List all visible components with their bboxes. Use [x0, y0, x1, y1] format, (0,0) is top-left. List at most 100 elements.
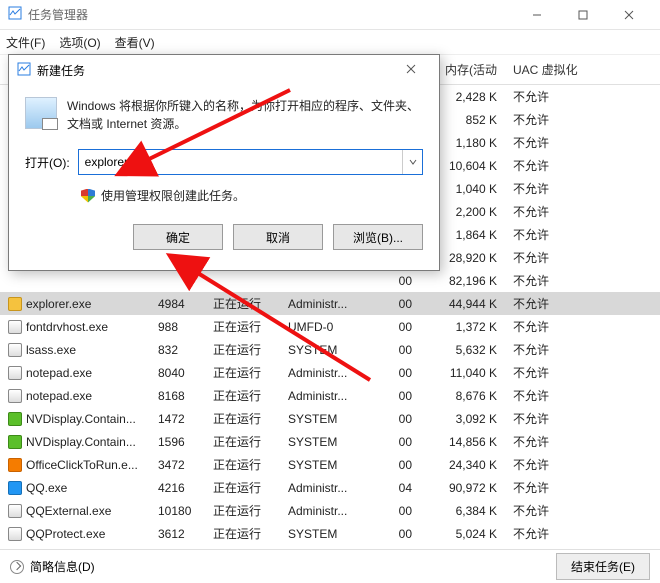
table-row[interactable]: fontdrvhost.exe988正在运行UMFD-0001,372 K不允许	[0, 315, 660, 338]
cell-user: SYSTEM	[280, 522, 375, 545]
table-row[interactable]: notepad.exe 8040正在运行Administr...0011,040 …	[0, 361, 660, 384]
cell-cpu: 00	[375, 292, 420, 315]
cell-mem: 3,092 K	[420, 407, 505, 430]
cell-mem: 44,944 K	[420, 292, 505, 315]
table-row[interactable]: QQExternal.exe10180正在运行Administr...006,3…	[0, 499, 660, 522]
process-icon	[8, 458, 22, 472]
close-button[interactable]	[606, 0, 652, 30]
cell-uac: 不允许	[505, 154, 660, 177]
open-label: 打开(O):	[25, 154, 70, 171]
chevron-down-icon[interactable]	[402, 150, 422, 174]
table-row[interactable]: NVDisplay.Contain...1596正在运行SYSTEM0014,8…	[0, 430, 660, 453]
cell-pid: 4984	[150, 292, 205, 315]
ok-button[interactable]: 确定	[133, 224, 223, 250]
process-icon	[8, 343, 22, 357]
cell-uac: 不允许	[505, 108, 660, 131]
maximize-button[interactable]	[560, 0, 606, 30]
cell-uac: 不允许	[505, 407, 660, 430]
table-row[interactable]: QQ.exe4216正在运行Administr...0490,972 K不允许	[0, 476, 660, 499]
minimize-button[interactable]	[514, 0, 560, 30]
cell-mem: 8,676 K	[420, 384, 505, 407]
col-uac[interactable]: UAC 虚拟化	[505, 55, 660, 85]
cell-status: 正在运行	[205, 476, 280, 499]
cell-mem: 90,972 K	[420, 476, 505, 499]
table-row[interactable]: lsass.exe832正在运行SYSTEM005,632 K不允许	[0, 338, 660, 361]
cell-status: 正在运行	[205, 315, 280, 338]
cell-uac: 不允许	[505, 338, 660, 361]
cell-uac: 不允许	[505, 522, 660, 545]
run-dialog: 新建任务 Windows 将根据你所键入的名称，为你打开相应的程序、文件夹、文档…	[8, 54, 440, 271]
process-name: explorer.exe	[26, 297, 91, 311]
open-combobox[interactable]	[78, 149, 423, 175]
process-icon	[8, 481, 22, 495]
process-name: lsass.exe	[26, 343, 76, 357]
cell-user	[280, 269, 375, 292]
cell-uac: 不允许	[505, 476, 660, 499]
cell-uac: 不允许	[505, 430, 660, 453]
cell-uac: 不允许	[505, 85, 660, 109]
process-name: QQProtect.exe	[26, 527, 105, 541]
brief-info-link[interactable]: 简略信息(D)	[30, 558, 95, 575]
cell-mem: 82,196 K	[420, 269, 505, 292]
cell-cpu: 00	[375, 338, 420, 361]
dialog-description: Windows 将根据你所键入的名称，为你打开相应的程序、文件夹、文档或 Int…	[67, 97, 423, 133]
dialog-close-button[interactable]	[391, 63, 431, 77]
menu-file[interactable]: 文件(F)	[6, 34, 45, 51]
cell-status: 正在运行	[205, 384, 280, 407]
cell-uac: 不允许	[505, 384, 660, 407]
cell-uac: 不允许	[505, 292, 660, 315]
end-task-button[interactable]: 结束任务(E)	[556, 553, 650, 580]
cell-user: Administr...	[280, 361, 375, 384]
shield-icon	[81, 189, 95, 203]
cancel-button[interactable]: 取消	[233, 224, 323, 250]
expand-icon[interactable]	[10, 560, 24, 574]
cell-pid: 3612	[150, 522, 205, 545]
cell-user: SYSTEM	[280, 338, 375, 361]
process-icon	[8, 297, 22, 311]
process-icon	[8, 527, 22, 541]
open-input[interactable]	[79, 150, 402, 174]
cell-uac: 不允许	[505, 177, 660, 200]
cell-cpu: 00	[375, 269, 420, 292]
cell-cpu: 00	[375, 407, 420, 430]
process-icon	[8, 389, 22, 403]
cell-pid: 10180	[150, 499, 205, 522]
cell-uac: 不允许	[505, 315, 660, 338]
process-name: QQ.exe	[26, 481, 67, 495]
cell-pid: 8168	[150, 384, 205, 407]
cell-mem: 6,384 K	[420, 499, 505, 522]
menu-view[interactable]: 查看(V)	[115, 34, 155, 51]
cell-user: Administr...	[280, 384, 375, 407]
cell-cpu: 00	[375, 384, 420, 407]
table-row[interactable]: QQProtect.exe3612正在运行SYSTEM005,024 K不允许	[0, 522, 660, 545]
cell-cpu: 00	[375, 315, 420, 338]
cell-cpu: 00	[375, 430, 420, 453]
cell-status: 正在运行	[205, 338, 280, 361]
cell-pid	[150, 269, 205, 292]
browse-button[interactable]: 浏览(B)...	[333, 224, 423, 250]
cell-status: 正在运行	[205, 499, 280, 522]
table-row[interactable]: OfficeClickToRun.e...3472正在运行SYSTEM0024,…	[0, 453, 660, 476]
cell-cpu: 04	[375, 476, 420, 499]
menubar: 文件(F) 选项(O) 查看(V)	[0, 30, 660, 54]
cell-pid: 988	[150, 315, 205, 338]
cell-user: UMFD-0	[280, 315, 375, 338]
process-name: QQExternal.exe	[26, 504, 111, 518]
table-row[interactable]: explorer.exe4984正在运行Administr...0044,944…	[0, 292, 660, 315]
cell-uac: 不允许	[505, 361, 660, 384]
menu-options[interactable]: 选项(O)	[59, 34, 100, 51]
table-row[interactable]: notepad.exe8168正在运行Administr...008,676 K…	[0, 384, 660, 407]
process-name: OfficeClickToRun.e...	[26, 458, 138, 472]
process-icon	[8, 412, 22, 426]
cell-pid: 8040	[150, 361, 205, 384]
dialog-title: 新建任务	[37, 62, 391, 79]
cell-cpu: 00	[375, 361, 420, 384]
table-row[interactable]: NVDisplay.Contain...1472正在运行SYSTEM003,09…	[0, 407, 660, 430]
cell-uac: 不允许	[505, 246, 660, 269]
process-name: notepad.exe	[26, 366, 92, 380]
cell-mem: 11,040 K	[420, 361, 505, 384]
cell-status: 正在运行	[205, 361, 280, 384]
taskmgr-icon	[8, 6, 22, 23]
table-row[interactable]: 0082,196 K不允许	[0, 269, 660, 292]
cell-user: SYSTEM	[280, 453, 375, 476]
